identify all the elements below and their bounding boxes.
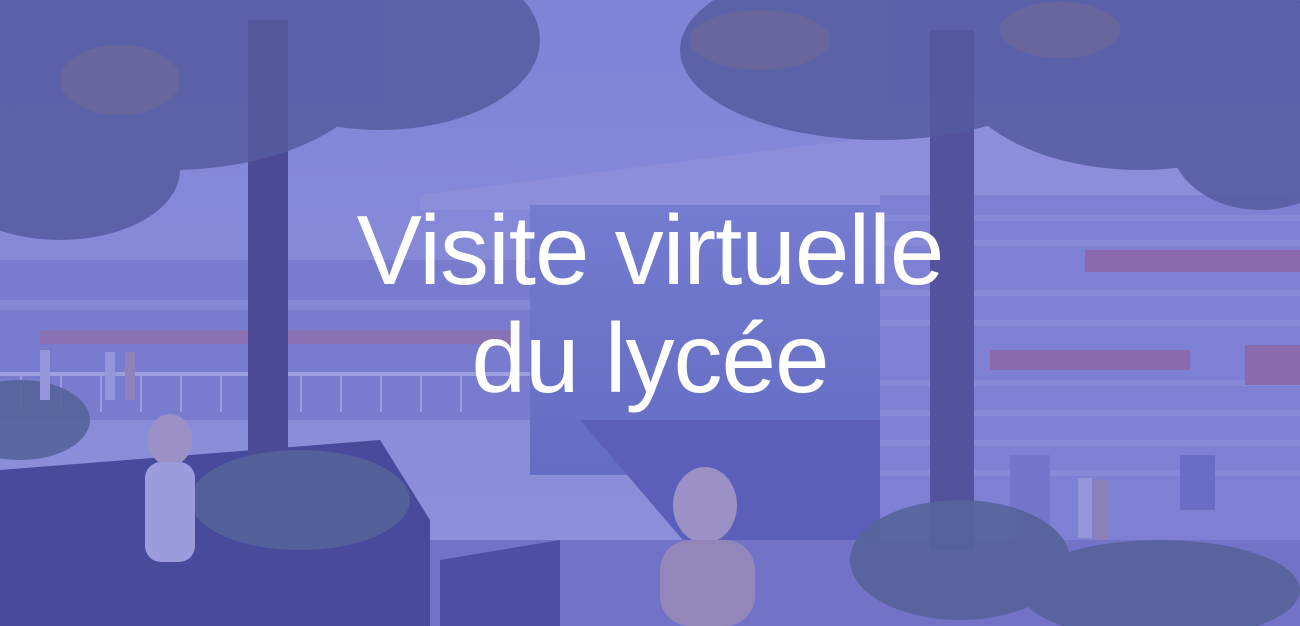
page-title: Visite virtuelle du lycée	[0, 196, 1300, 412]
title-line-2: du lycée	[471, 303, 829, 413]
hero-banner: Visite virtuelle du lycée	[0, 0, 1300, 626]
title-line-1: Visite virtuelle	[356, 195, 945, 305]
